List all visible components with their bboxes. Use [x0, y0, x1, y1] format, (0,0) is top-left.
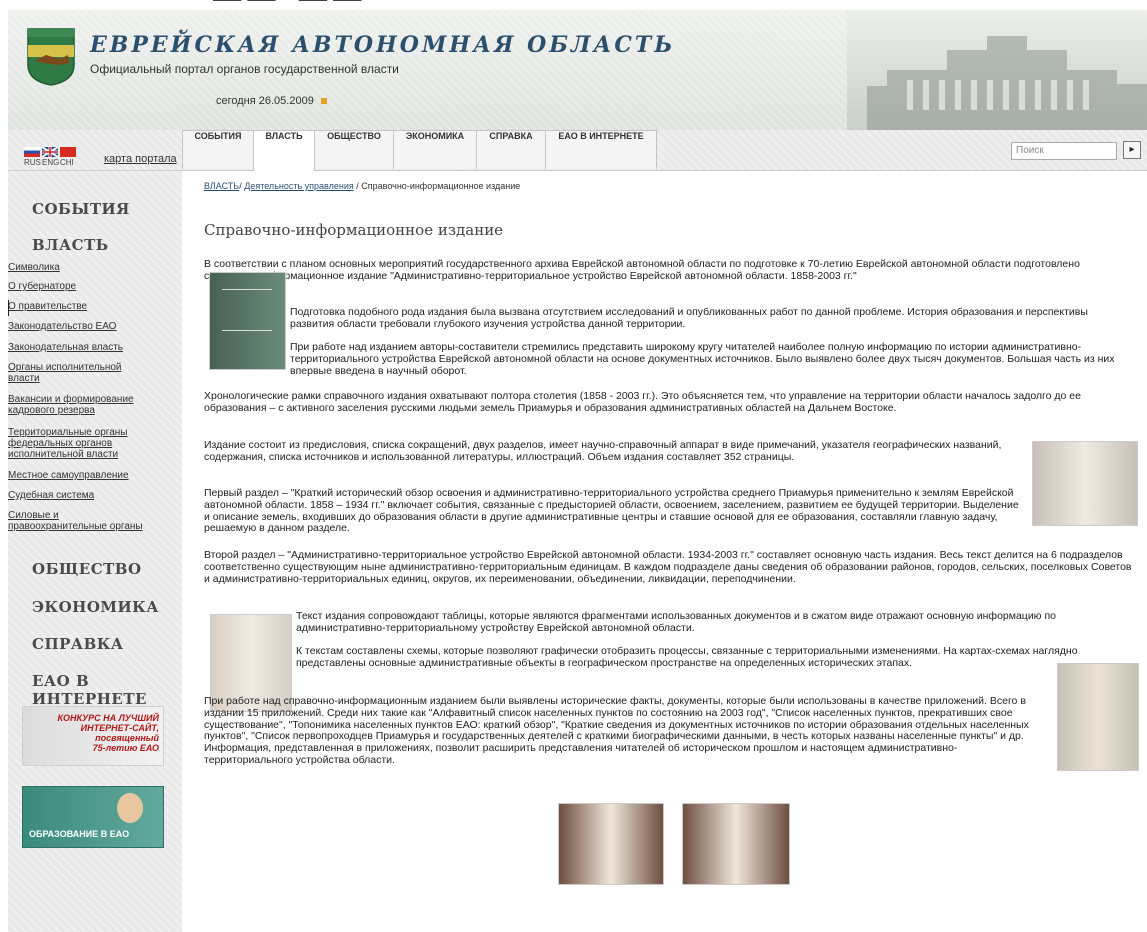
tab-events[interactable]: СОБЫТИЯ — [182, 130, 254, 169]
breadcrumb: ВЛАСТЬ/ Деятельность управления / Справо… — [204, 181, 520, 191]
sidebar-item-governor[interactable]: О губернаторе — [8, 281, 178, 292]
sidebar-item-judicial-system[interactable]: Судебная система — [8, 490, 178, 501]
article-paragraph-4: Хронологические рамки справочного издани… — [204, 390, 1081, 414]
site-subtitle: Официальный портал органов государственн… — [90, 62, 399, 76]
sidebar-item-label: Силовые и — [8, 510, 59, 521]
left-sidebar: RUS ENG CHI карта портала СОБЫТИЯ ВЛАСТЬ… — [8, 130, 182, 932]
lang-label-eng[interactable]: ENG — [42, 158, 59, 167]
flag-chi-icon[interactable] — [60, 147, 76, 157]
sidebar-section-society[interactable]: ОБЩЕСТВО — [32, 560, 142, 578]
student-photo-icon — [117, 793, 143, 823]
breadcrumb-link-activity[interactable]: Деятельность управления — [244, 181, 354, 191]
sidebar-section-eao-internet[interactable]: ЕАО В ИНТЕРНЕТЕ — [32, 672, 182, 708]
sidebar-section-events[interactable]: СОБЫТИЯ — [32, 200, 130, 218]
building-silhouette-icon — [867, 36, 1147, 130]
sidebar-item-label: Местное самоуправление — [8, 470, 129, 481]
article-paragraph-1: В соответствии с планом основных меропри… — [204, 258, 1080, 282]
sidebar-item-label: Территориальные органы — [8, 427, 128, 438]
education-banner[interactable]: ОБРАЗОВАНИЕ В ЕАО — [22, 786, 164, 848]
article-paragraph-7: Второй раздел – "Административно-террито… — [204, 549, 1132, 585]
sidebar-section-power[interactable]: ВЛАСТЬ — [32, 236, 109, 254]
today-date: сегодня 26.05.2009 — [216, 95, 327, 107]
coat-of-arms-icon — [27, 28, 75, 86]
breadcrumb-current: Справочно-информационное издание — [361, 181, 521, 191]
top-navigation: СОБЫТИЯ ВЛАСТЬ ОБЩЕСТВО ЭКОНОМИКА СПРАВК… — [182, 130, 1147, 171]
sidebar-section-reference[interactable]: СПРАВКА — [32, 635, 124, 653]
sidebar-section-economy[interactable]: ЭКОНОМИКА — [32, 598, 159, 616]
tab-power[interactable]: ВЛАСТЬ — [253, 130, 315, 171]
article-paragraph-9: К текстам составлены схемы, которые позв… — [296, 645, 1078, 669]
cropped-top-strip: ▀▀ ▀▀ — [0, 0, 1147, 10]
sidebar-divider — [8, 170, 182, 171]
tab-reference[interactable]: СПРАВКА — [476, 130, 546, 169]
sidebar-item-vacancies[interactable]: Вакансии и формирование кадрового резерв… — [8, 394, 178, 416]
banner-line: ИНТЕРНЕТ-САЙТ, — [80, 723, 159, 733]
sidebar-item-label: Законодательная власть — [8, 342, 123, 353]
tab-society[interactable]: ОБЩЕСТВО — [314, 130, 394, 169]
lang-label-chi[interactable]: CHI — [60, 158, 74, 167]
today-date-text: сегодня 26.05.2009 — [216, 95, 314, 107]
article-paragraph-8: Текст издания сопровождают таблицы, кото… — [296, 610, 1056, 634]
page-title: Справочно-информационное издание — [204, 221, 504, 239]
banner-line: КОНКУРС НА ЛУЧШИЙ — [57, 713, 159, 723]
search-input[interactable]: Поиск — [1011, 142, 1117, 160]
sidebar-item-legislative-power[interactable]: Законодательная власть — [8, 342, 178, 353]
sidebar-item-label: Органы исполнительной — [8, 362, 122, 373]
language-switcher: RUS ENG CHI карта портала — [24, 147, 184, 171]
flag-eng-icon[interactable] — [42, 147, 58, 157]
sidebar-item-label: О правительстве — [8, 301, 88, 312]
website-contest-banner[interactable]: КОНКУРС НА ЛУЧШИЙ ИНТЕРНЕТ-САЙТ, посвяще… — [22, 706, 164, 766]
sidebar-item-law-enforcement[interactable]: Силовые и правоохранительные органы — [8, 510, 178, 532]
text-cursor-icon — [8, 300, 9, 316]
banner-line: 75-летию ЕАО — [92, 743, 159, 753]
book-spread-image[interactable] — [1032, 441, 1138, 526]
search-go-button[interactable]: ▸ — [1123, 141, 1141, 159]
banner-line: посвященный — [95, 733, 159, 743]
sidebar-item-label: Судебная система — [8, 490, 95, 501]
sidebar-item-label: О губернаторе — [8, 281, 77, 292]
sidebar-item-government[interactable]: О правительстве — [8, 301, 178, 312]
tab-eao-internet[interactable]: ЕАО В ИНТЕРНЕТЕ — [545, 130, 657, 169]
sidebar-item-executive-bodies[interactable]: Органы исполнительной власти — [8, 362, 178, 384]
sidebar-item-label: федеральных органов — [8, 438, 113, 449]
sidebar-item-label: исполнительной власти — [8, 449, 119, 460]
sidebar-item-label: Символика — [8, 262, 60, 273]
article-paragraph-5: Издание состоит из предисловия, списка с… — [204, 439, 1002, 463]
book-photo-1[interactable] — [558, 803, 664, 885]
article-paragraph-6: Первый раздел – "Краткий исторический об… — [204, 487, 1019, 535]
map-scheme-image[interactable] — [1057, 663, 1139, 771]
sitemap-link[interactable]: карта портала — [104, 153, 177, 165]
main-content: ВЛАСТЬ/ Деятельность управления / Справо… — [182, 171, 1147, 932]
article-paragraph-3: При работе над изданием авторы-составите… — [290, 341, 1115, 377]
book-cover-image[interactable] — [209, 272, 286, 370]
calendar-icon[interactable] — [320, 98, 327, 105]
book-photo-2[interactable] — [682, 803, 790, 885]
sidebar-item-label: правоохранительные органы — [8, 521, 143, 532]
sidebar-item-label: кадрового резерва — [8, 405, 95, 416]
sidebar-item-legislation[interactable]: Законодательство ЕАО — [8, 321, 178, 332]
tab-economy[interactable]: ЭКОНОМИКА — [393, 130, 477, 169]
website-contest-text: КОНКУРС НА ЛУЧШИЙ ИНТЕРНЕТ-САЙТ, посвяще… — [58, 713, 159, 753]
site-header: ЕВРЕЙСКАЯ АВТОНОМНАЯ ОБЛАСТЬ Официальный… — [8, 10, 1147, 130]
sidebar-item-label: Вакансии и формирование — [8, 394, 134, 405]
education-banner-text: ОБРАЗОВАНИЕ В ЕАО — [29, 829, 130, 839]
sidebar-item-label: власти — [8, 373, 40, 384]
sidebar-item-label: Законодательство ЕАО — [8, 321, 117, 332]
flag-rus-icon[interactable] — [24, 147, 40, 157]
sidebar-item-symbols[interactable]: Символика — [8, 262, 178, 273]
lang-label-rus[interactable]: RUS — [24, 158, 41, 167]
government-building-image — [847, 10, 1147, 130]
article-paragraph-2: Подготовка подобного рода издания была в… — [290, 306, 1088, 330]
article-paragraph-10: При работе над справочно-информационным … — [204, 695, 1029, 766]
sidebar-item-federal-bodies[interactable]: Территориальные органы федеральных орган… — [8, 427, 178, 460]
site-title: ЕВРЕЙСКАЯ АВТОНОМНАЯ ОБЛАСТЬ — [90, 32, 676, 58]
sidebar-item-local-government[interactable]: Местное самоуправление — [8, 470, 178, 481]
breadcrumb-link-power[interactable]: ВЛАСТЬ — [204, 181, 239, 191]
